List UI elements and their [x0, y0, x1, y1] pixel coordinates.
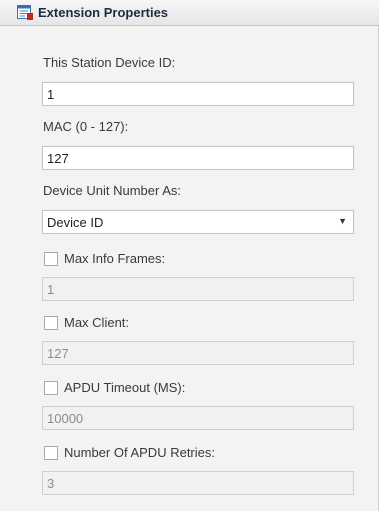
- apdu-retries-row[interactable]: Number Of APDU Retries:: [42, 444, 342, 462]
- apdu-timeout-label: APDU Timeout (MS):: [64, 380, 186, 395]
- chevron-down-icon[interactable]: ▼: [338, 216, 347, 226]
- max-client-row[interactable]: Max Client:: [42, 314, 342, 332]
- max-client-checkbox[interactable]: [44, 316, 58, 330]
- device-unit-number-selected: Device ID: [47, 215, 104, 230]
- apdu-retries-checkbox[interactable]: [44, 446, 58, 460]
- max-client-label: Max Client:: [64, 315, 130, 330]
- apdu-retries-input: [42, 471, 354, 495]
- max-info-frames-label: Max Info Frames:: [64, 251, 166, 266]
- device-unit-number-label: Device Unit Number As:: [43, 183, 181, 198]
- panel-title: Extension Properties: [38, 5, 169, 20]
- apdu-timeout-row[interactable]: APDU Timeout (MS):: [42, 379, 342, 397]
- max-client-input: [42, 341, 354, 365]
- apdu-timeout-input: [42, 406, 354, 430]
- mac-input[interactable]: [42, 146, 354, 170]
- max-info-frames-checkbox[interactable]: [44, 252, 58, 266]
- extension-properties-panel: Extension Properties This Station Device…: [0, 0, 379, 511]
- apdu-retries-label: Number Of APDU Retries:: [64, 445, 215, 460]
- properties-grid-icon: [17, 5, 33, 20]
- device-unit-number-select[interactable]: Device ID ▼: [42, 210, 354, 234]
- station-device-id-input[interactable]: [42, 82, 354, 106]
- max-info-frames-input: [42, 277, 354, 301]
- max-info-frames-row[interactable]: Max Info Frames:: [42, 250, 342, 268]
- panel-header: Extension Properties: [0, 0, 379, 26]
- station-device-id-label: This Station Device ID:: [43, 55, 176, 70]
- apdu-timeout-checkbox[interactable]: [44, 381, 58, 395]
- mac-label: MAC (0 - 127):: [43, 119, 129, 134]
